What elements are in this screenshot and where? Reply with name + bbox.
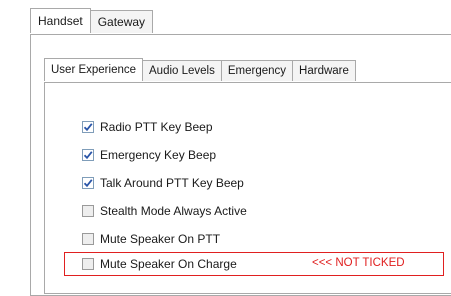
tab-emergency[interactable]: Emergency: [220, 60, 294, 81]
option-label: Radio PTT Key Beep: [100, 120, 213, 134]
option-label: Mute Speaker On Charge: [100, 257, 237, 271]
checkmark-icon: [83, 151, 93, 160]
outer-tabbar: Handset Gateway: [30, 8, 154, 34]
tab-handset[interactable]: Handset: [30, 8, 91, 33]
not-ticked-annotation: <<< NOT TICKED: [312, 257, 405, 269]
tab-hardware[interactable]: Hardware: [292, 60, 356, 81]
tab-user-experience[interactable]: User Experience: [44, 58, 144, 81]
checkbox-mute-speaker-on-ptt[interactable]: [82, 233, 94, 245]
option-label: Mute Speaker On PTT: [100, 232, 221, 246]
checkmark-icon: [83, 123, 93, 132]
option-label: Talk Around PTT Key Beep: [100, 176, 244, 190]
option-mute-speaker-on-charge[interactable]: Mute Speaker On Charge: [82, 255, 237, 273]
tab-gateway[interactable]: Gateway: [89, 10, 154, 33]
option-label: Stealth Mode Always Active: [100, 204, 247, 218]
checkbox-mute-speaker-on-charge[interactable]: [82, 258, 94, 270]
checkbox-stealth-mode-always-active[interactable]: [82, 205, 94, 217]
option-talk-around-ptt-key-beep[interactable]: Talk Around PTT Key Beep: [82, 174, 244, 192]
inner-tabbar: User Experience Audio Levels Emergency H…: [44, 58, 356, 82]
option-radio-ptt-key-beep[interactable]: Radio PTT Key Beep: [82, 118, 213, 136]
checkbox-radio-ptt-key-beep[interactable]: [82, 121, 94, 133]
checkmark-icon: [83, 179, 93, 188]
option-mute-speaker-on-ptt[interactable]: Mute Speaker On PTT: [82, 230, 220, 248]
checkbox-talk-around-ptt-key-beep[interactable]: [82, 177, 94, 189]
tab-audio-levels[interactable]: Audio Levels: [142, 60, 222, 81]
option-emergency-key-beep[interactable]: Emergency Key Beep: [82, 146, 216, 164]
option-label: Emergency Key Beep: [100, 148, 217, 162]
checkbox-emergency-key-beep[interactable]: [82, 149, 94, 161]
option-stealth-mode-always-active[interactable]: Stealth Mode Always Active: [82, 202, 247, 220]
